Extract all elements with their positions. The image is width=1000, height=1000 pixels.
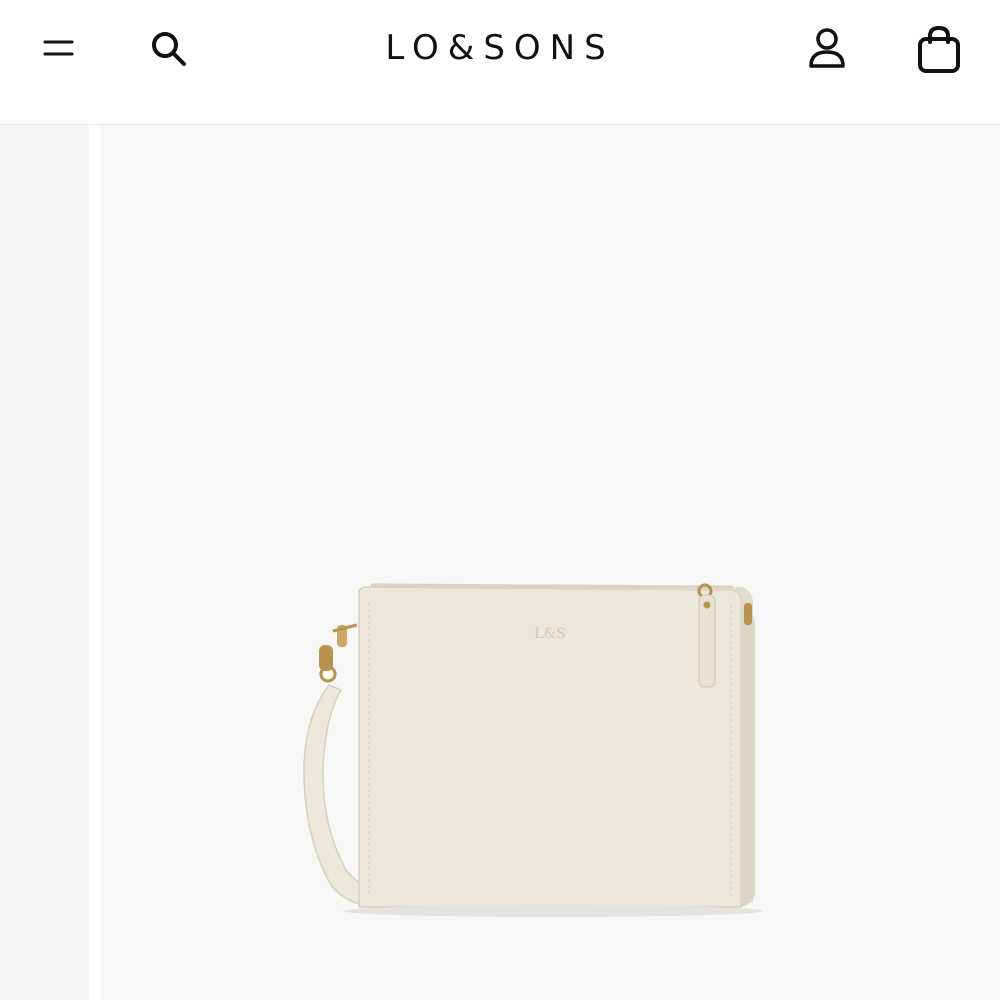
monogram: L&S	[534, 626, 565, 642]
search-icon	[152, 32, 186, 66]
bag-shadow	[343, 905, 763, 917]
zipper-pull	[697, 583, 716, 688]
account-button[interactable]	[804, 24, 850, 72]
previous-image-peek[interactable]	[0, 125, 89, 1000]
bag-top-edge	[370, 583, 734, 589]
search-button[interactable]	[146, 26, 190, 70]
menu-button[interactable]	[38, 26, 82, 70]
menu-icon	[43, 40, 74, 56]
product-image: L&S	[303, 583, 763, 917]
shopping-bag-icon	[918, 25, 960, 73]
site-header: LO&SONS	[0, 0, 1000, 125]
carousel-gap	[89, 125, 101, 1000]
side-ring	[744, 603, 752, 625]
product-image-panel[interactable]: L&S	[101, 125, 1000, 1000]
bag-gusset	[741, 601, 755, 907]
clasp-hardware	[319, 623, 358, 683]
brand-logo[interactable]: LO&SONS	[300, 28, 700, 68]
account-icon	[809, 28, 845, 68]
cart-button[interactable]	[914, 24, 964, 74]
